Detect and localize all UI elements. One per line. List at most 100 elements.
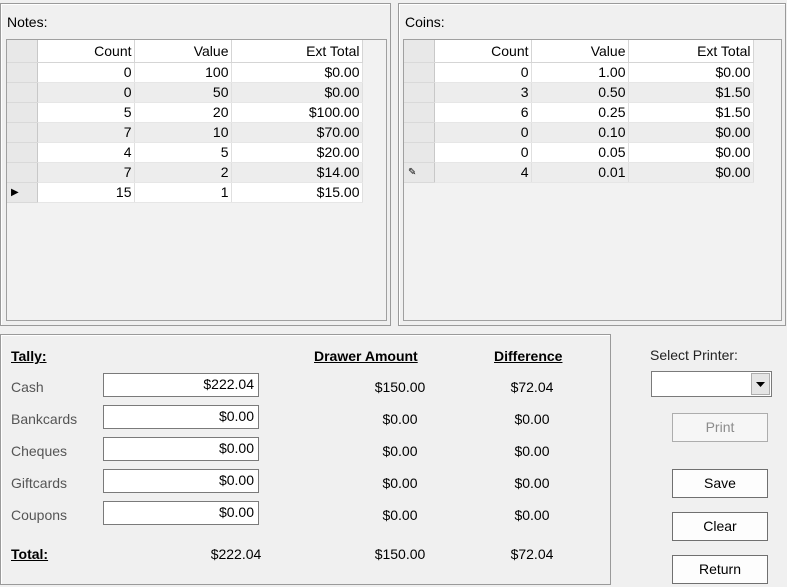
coupons-amount-field[interactable]: $0.00 <box>103 501 259 525</box>
notes-row[interactable]: ▶ 15 1 $15.00 <box>7 182 363 203</box>
coins-row-header[interactable] <box>404 62 435 83</box>
coins-row-header[interactable] <box>404 102 435 123</box>
chevron-down-icon[interactable] <box>751 373 770 395</box>
notes-count-cell[interactable]: 15 <box>37 182 135 203</box>
coins-row[interactable]: 0 1.00 $0.00 <box>404 62 754 83</box>
notes-count-cell[interactable]: 4 <box>37 142 135 163</box>
coins-ext-total-cell[interactable]: $0.00 <box>628 142 754 163</box>
coins-count-cell[interactable]: 6 <box>434 102 532 123</box>
notes-value-cell[interactable]: 100 <box>134 62 232 83</box>
coins-ext-total-cell[interactable]: $0.00 <box>628 62 754 83</box>
coins-count-cell[interactable]: 0 <box>434 122 532 143</box>
coins-col-ext-total[interactable]: Ext Total <box>628 40 754 63</box>
tally-label-giftcards: Giftcards <box>11 475 68 491</box>
coins-row[interactable]: ✎ 4 0.01 $0.00 <box>404 162 754 183</box>
notes-row[interactable]: 0 50 $0.00 <box>7 82 363 103</box>
coins-count-cell[interactable]: 4 <box>434 162 532 183</box>
coins-ext-total-cell[interactable]: $1.50 <box>628 82 754 103</box>
cash-amount-field[interactable]: $222.04 <box>103 373 259 397</box>
return-button[interactable]: Return <box>672 555 768 584</box>
coins-value-cell[interactable]: 0.10 <box>531 122 629 143</box>
coins-count-cell[interactable]: 3 <box>434 82 532 103</box>
notes-corner-header[interactable] <box>7 40 38 63</box>
notes-count-cell[interactable]: 7 <box>37 162 135 183</box>
coins-table: Count Value Ext Total 0 1.00 $0.00 3 0.50 $1.… <box>404 40 754 183</box>
notes-row[interactable]: 0 100 $0.00 <box>7 62 363 83</box>
tally-label-coupons: Coupons <box>11 507 68 523</box>
print-button[interactable]: Print <box>672 413 768 442</box>
notes-row-header[interactable] <box>7 142 38 163</box>
coins-row-header[interactable]: ✎ <box>404 162 435 183</box>
select-printer-label: Select Printer: <box>650 347 738 363</box>
notes-value-cell[interactable]: 5 <box>134 142 232 163</box>
notes-row-header[interactable] <box>7 162 38 183</box>
coins-row[interactable]: 0 0.10 $0.00 <box>404 122 754 143</box>
notes-ext-total-cell[interactable]: $0.00 <box>231 62 363 83</box>
notes-ext-total-cell[interactable]: $0.00 <box>231 82 363 103</box>
notes-col-count[interactable]: Count <box>37 40 135 63</box>
notes-ext-total-cell[interactable]: $20.00 <box>231 142 363 163</box>
notes-ext-total-cell[interactable]: $15.00 <box>231 182 363 203</box>
tally-heading: Tally: <box>11 348 47 364</box>
coins-col-count[interactable]: Count <box>434 40 532 63</box>
bankcards-difference: $0.00 <box>514 411 550 427</box>
coins-value-cell[interactable]: 0.25 <box>531 102 629 123</box>
notes-count-cell[interactable]: 7 <box>37 122 135 143</box>
notes-value-cell[interactable]: 2 <box>134 162 232 183</box>
cheques-amount-field[interactable]: $0.00 <box>103 437 259 461</box>
notes-row-header[interactable] <box>7 122 38 143</box>
coins-ext-total-cell[interactable]: $0.00 <box>628 122 754 143</box>
notes-row[interactable]: 7 10 $70.00 <box>7 122 363 143</box>
notes-count-cell[interactable]: 0 <box>37 62 135 83</box>
notes-value-cell[interactable]: 1 <box>134 182 232 203</box>
printer-select[interactable] <box>651 371 772 397</box>
notes-value-cell[interactable]: 50 <box>134 82 232 103</box>
giftcards-drawer-amount: $0.00 <box>382 475 418 491</box>
coins-row-header[interactable] <box>404 82 435 103</box>
notes-grid[interactable]: Count Value Ext Total 0 100 $0.00 0 50 $0.00 5… <box>6 39 387 321</box>
notes-count-cell[interactable]: 5 <box>37 102 135 123</box>
notes-ext-total-cell[interactable]: $14.00 <box>231 162 363 183</box>
coins-row[interactable]: 6 0.25 $1.50 <box>404 102 754 123</box>
coins-row-header[interactable] <box>404 142 435 163</box>
notes-ext-total-cell[interactable]: $100.00 <box>231 102 363 123</box>
coins-count-cell[interactable]: 0 <box>434 142 532 163</box>
giftcards-difference: $0.00 <box>514 475 550 491</box>
notes-count-cell[interactable]: 0 <box>37 82 135 103</box>
bankcards-amount-field[interactable]: $0.00 <box>103 405 259 429</box>
coins-value-cell[interactable]: 0.05 <box>531 142 629 163</box>
total-drawer-amount: $150.00 <box>374 546 426 562</box>
coins-ext-total-cell[interactable]: $0.00 <box>628 162 754 183</box>
coins-ext-total-cell[interactable]: $1.50 <box>628 102 754 123</box>
coins-value-cell[interactable]: 0.50 <box>531 82 629 103</box>
notes-row[interactable]: 5 20 $100.00 <box>7 102 363 123</box>
coins-panel: Coins: Count Value Ext Total 0 1.00 $0.00 3… <box>398 3 786 326</box>
coins-row-header[interactable] <box>404 122 435 143</box>
giftcards-amount-field[interactable]: $0.00 <box>103 469 259 493</box>
cheques-drawer-amount: $0.00 <box>382 443 418 459</box>
notes-col-value[interactable]: Value <box>134 40 232 63</box>
coins-row[interactable]: 0 0.05 $0.00 <box>404 142 754 163</box>
save-button[interactable]: Save <box>672 469 768 498</box>
notes-row[interactable]: 4 5 $20.00 <box>7 142 363 163</box>
notes-value-cell[interactable]: 20 <box>134 102 232 123</box>
coins-count-cell[interactable]: 0 <box>434 62 532 83</box>
coins-col-value[interactable]: Value <box>531 40 629 63</box>
clear-button[interactable]: Clear <box>672 512 768 541</box>
notes-row-header[interactable] <box>7 62 38 83</box>
tally-panel: Tally: Drawer Amount Difference Cash $222… <box>0 334 611 585</box>
notes-col-ext-total[interactable]: Ext Total <box>231 40 363 63</box>
coins-corner-header[interactable] <box>404 40 435 63</box>
notes-row-header[interactable]: ▶ <box>7 182 38 203</box>
coins-value-cell[interactable]: 0.01 <box>531 162 629 183</box>
notes-row-header[interactable] <box>7 102 38 123</box>
notes-row[interactable]: 7 2 $14.00 <box>7 162 363 183</box>
notes-panel: Notes: Count Value Ext Total 0 100 $0.00 0 5… <box>0 3 391 326</box>
notes-ext-total-cell[interactable]: $70.00 <box>231 122 363 143</box>
coins-grid[interactable]: Count Value Ext Total 0 1.00 $0.00 3 0.50 $1.… <box>403 39 782 321</box>
coins-value-cell[interactable]: 1.00 <box>531 62 629 83</box>
difference-heading: Difference <box>494 348 563 364</box>
notes-value-cell[interactable]: 10 <box>134 122 232 143</box>
coins-row[interactable]: 3 0.50 $1.50 <box>404 82 754 103</box>
notes-row-header[interactable] <box>7 82 38 103</box>
